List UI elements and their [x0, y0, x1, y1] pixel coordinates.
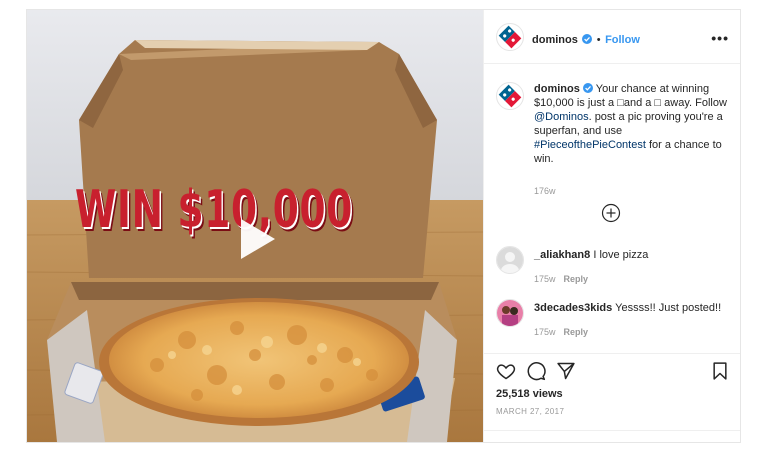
- view-count[interactable]: 25,518 views: [496, 388, 563, 400]
- caption-username[interactable]: dominos: [534, 83, 580, 95]
- dominos-logo-icon: [498, 25, 522, 49]
- post-video[interactable]: WIN $10,000: [27, 10, 483, 442]
- verified-badge-icon: [582, 34, 593, 44]
- dominos-avatar[interactable]: [496, 23, 524, 51]
- comment-body: 3decades3kids Yessss!! Just posted!! 175…: [534, 302, 729, 338]
- load-more-plus-icon[interactable]: [601, 203, 621, 223]
- comment-icon[interactable]: [526, 361, 546, 381]
- comment-text: Yessss!! Just posted!!: [615, 302, 722, 314]
- bookmark-icon[interactable]: [710, 361, 730, 381]
- comment-username[interactable]: 3decades3kids: [534, 302, 612, 314]
- post-caption: dominos Your chance at winning $10,000 i…: [534, 82, 729, 198]
- default-avatar-icon: [497, 247, 523, 273]
- reply-button[interactable]: Reply: [564, 274, 589, 284]
- comment-text: I love pizza: [593, 249, 649, 261]
- family-photo-avatar: [497, 300, 523, 326]
- post-date: MARCH 27, 2017: [496, 407, 565, 416]
- comment-username[interactable]: _aliakhan8: [534, 249, 590, 261]
- more-options-icon[interactable]: •••: [711, 30, 729, 46]
- comment-item: 3decades3kids Yessss!! Just posted!! 175…: [496, 299, 731, 339]
- follow-button[interactable]: Follow: [605, 34, 640, 46]
- caption-glyph-1: □: [617, 97, 624, 109]
- caption-timestamp[interactable]: 176w: [534, 184, 729, 198]
- reply-button[interactable]: Reply: [564, 327, 589, 337]
- dominos-logo-icon: [498, 84, 522, 108]
- comment-avatar[interactable]: [496, 246, 524, 274]
- play-icon[interactable]: [231, 215, 279, 263]
- post-side-panel: dominos • Follow ••• dominos Your chance…: [483, 10, 740, 442]
- comment-timestamp[interactable]: 175w: [534, 274, 556, 284]
- comment-avatar[interactable]: [496, 299, 524, 327]
- comment-item: _aliakhan8 I love pizza 175w Reply: [496, 246, 731, 286]
- comment-body: _aliakhan8 I love pizza 175w Reply: [534, 249, 729, 285]
- caption-text-2: and a: [623, 97, 655, 109]
- instagram-post: WIN $10,000 dominos • Follow ••• dominos…: [26, 9, 741, 443]
- comment-timestamp[interactable]: 175w: [534, 327, 556, 337]
- win-overlay-text: WIN $10,000: [75, 180, 354, 240]
- caption-hashtag-link[interactable]: #PieceofthePieContest: [534, 139, 646, 151]
- separator-dot: •: [596, 34, 601, 46]
- caption-avatar[interactable]: [496, 82, 524, 110]
- header-user-row: dominos • Follow: [532, 30, 640, 48]
- caption-text-3: away. Follow: [661, 97, 727, 109]
- add-comment-area[interactable]: [484, 430, 740, 442]
- verified-badge-icon: [582, 83, 593, 93]
- header-username[interactable]: dominos: [532, 34, 578, 46]
- share-icon[interactable]: [556, 361, 576, 381]
- post-header: dominos • Follow •••: [484, 10, 740, 64]
- caption-mention-link[interactable]: @Dominos: [534, 111, 589, 123]
- heart-icon[interactable]: [496, 361, 516, 381]
